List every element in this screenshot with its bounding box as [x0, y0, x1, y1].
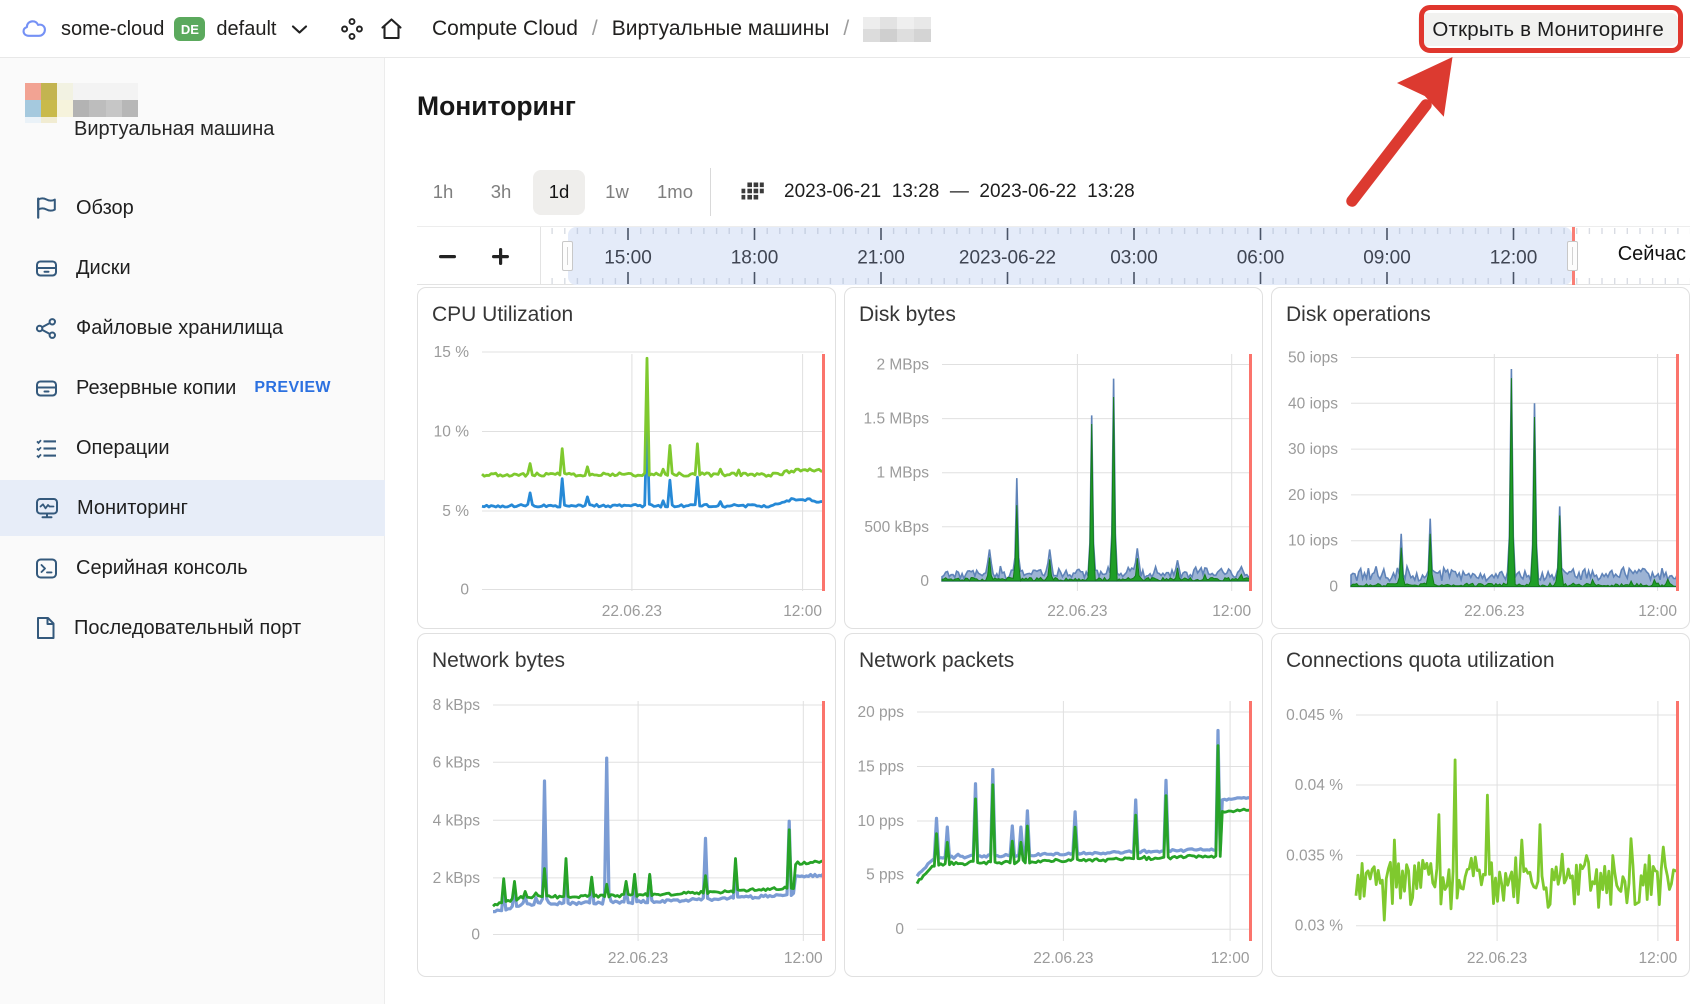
svg-text:2 kBps: 2 kBps: [433, 870, 481, 887]
svg-text:22.06.23: 22.06.23: [1047, 603, 1107, 620]
svg-text:30 iops: 30 iops: [1288, 441, 1338, 458]
svg-text:22.06.23: 22.06.23: [608, 950, 668, 967]
svg-text:0.04 %: 0.04 %: [1295, 777, 1343, 794]
svg-text:10 pps: 10 pps: [857, 813, 904, 830]
svg-text:12:00: 12:00: [783, 603, 822, 620]
svg-text:4 kBps: 4 kBps: [433, 812, 481, 829]
svg-text:50 iops: 50 iops: [1288, 350, 1338, 367]
svg-text:1.5 MBps: 1.5 MBps: [864, 411, 930, 428]
svg-text:2 MBps: 2 MBps: [876, 357, 929, 374]
svg-text:03:00: 03:00: [1110, 248, 1158, 269]
svg-text:10 iops: 10 iops: [1288, 533, 1338, 550]
svg-text:12:00: 12:00: [1638, 603, 1677, 620]
svg-text:0: 0: [460, 582, 469, 599]
svg-text:0: 0: [895, 921, 904, 938]
svg-text:15 %: 15 %: [434, 344, 470, 361]
svg-text:18:00: 18:00: [731, 248, 779, 269]
svg-text:22.06.23: 22.06.23: [1033, 950, 1093, 967]
svg-text:5 pps: 5 pps: [866, 867, 904, 884]
svg-text:22.06.23: 22.06.23: [1467, 950, 1527, 967]
svg-text:22.06.23: 22.06.23: [602, 603, 662, 620]
svg-text:0.03 %: 0.03 %: [1295, 918, 1343, 935]
svg-text:6 kBps: 6 kBps: [433, 754, 481, 771]
svg-text:2023-06-22: 2023-06-22: [959, 248, 1056, 269]
svg-text:10 %: 10 %: [434, 424, 470, 441]
svg-text:0: 0: [920, 573, 929, 590]
svg-text:0: 0: [1329, 579, 1338, 596]
svg-text:1 MBps: 1 MBps: [876, 465, 929, 482]
svg-text:8 kBps: 8 kBps: [433, 697, 481, 714]
svg-text:500 kBps: 500 kBps: [864, 519, 929, 536]
svg-text:0: 0: [471, 927, 480, 944]
svg-text:0.045 %: 0.045 %: [1286, 707, 1343, 724]
svg-text:22.06.23: 22.06.23: [1464, 603, 1524, 620]
svg-text:20 pps: 20 pps: [857, 704, 904, 721]
svg-text:5 %: 5 %: [442, 503, 469, 520]
svg-text:12:00: 12:00: [784, 950, 823, 967]
svg-text:12:00: 12:00: [1639, 950, 1678, 967]
svg-text:06:00: 06:00: [1237, 248, 1285, 269]
svg-text:15:00: 15:00: [604, 248, 652, 269]
svg-text:12:00: 12:00: [1211, 950, 1250, 967]
svg-text:12:00: 12:00: [1212, 603, 1251, 620]
svg-text:21:00: 21:00: [857, 248, 905, 269]
svg-text:09:00: 09:00: [1363, 248, 1411, 269]
svg-text:15 pps: 15 pps: [857, 759, 904, 776]
svg-text:20 iops: 20 iops: [1288, 487, 1338, 504]
svg-text:0.035 %: 0.035 %: [1286, 847, 1343, 864]
svg-text:12:00: 12:00: [1490, 248, 1538, 269]
svg-text:40 iops: 40 iops: [1288, 395, 1338, 412]
